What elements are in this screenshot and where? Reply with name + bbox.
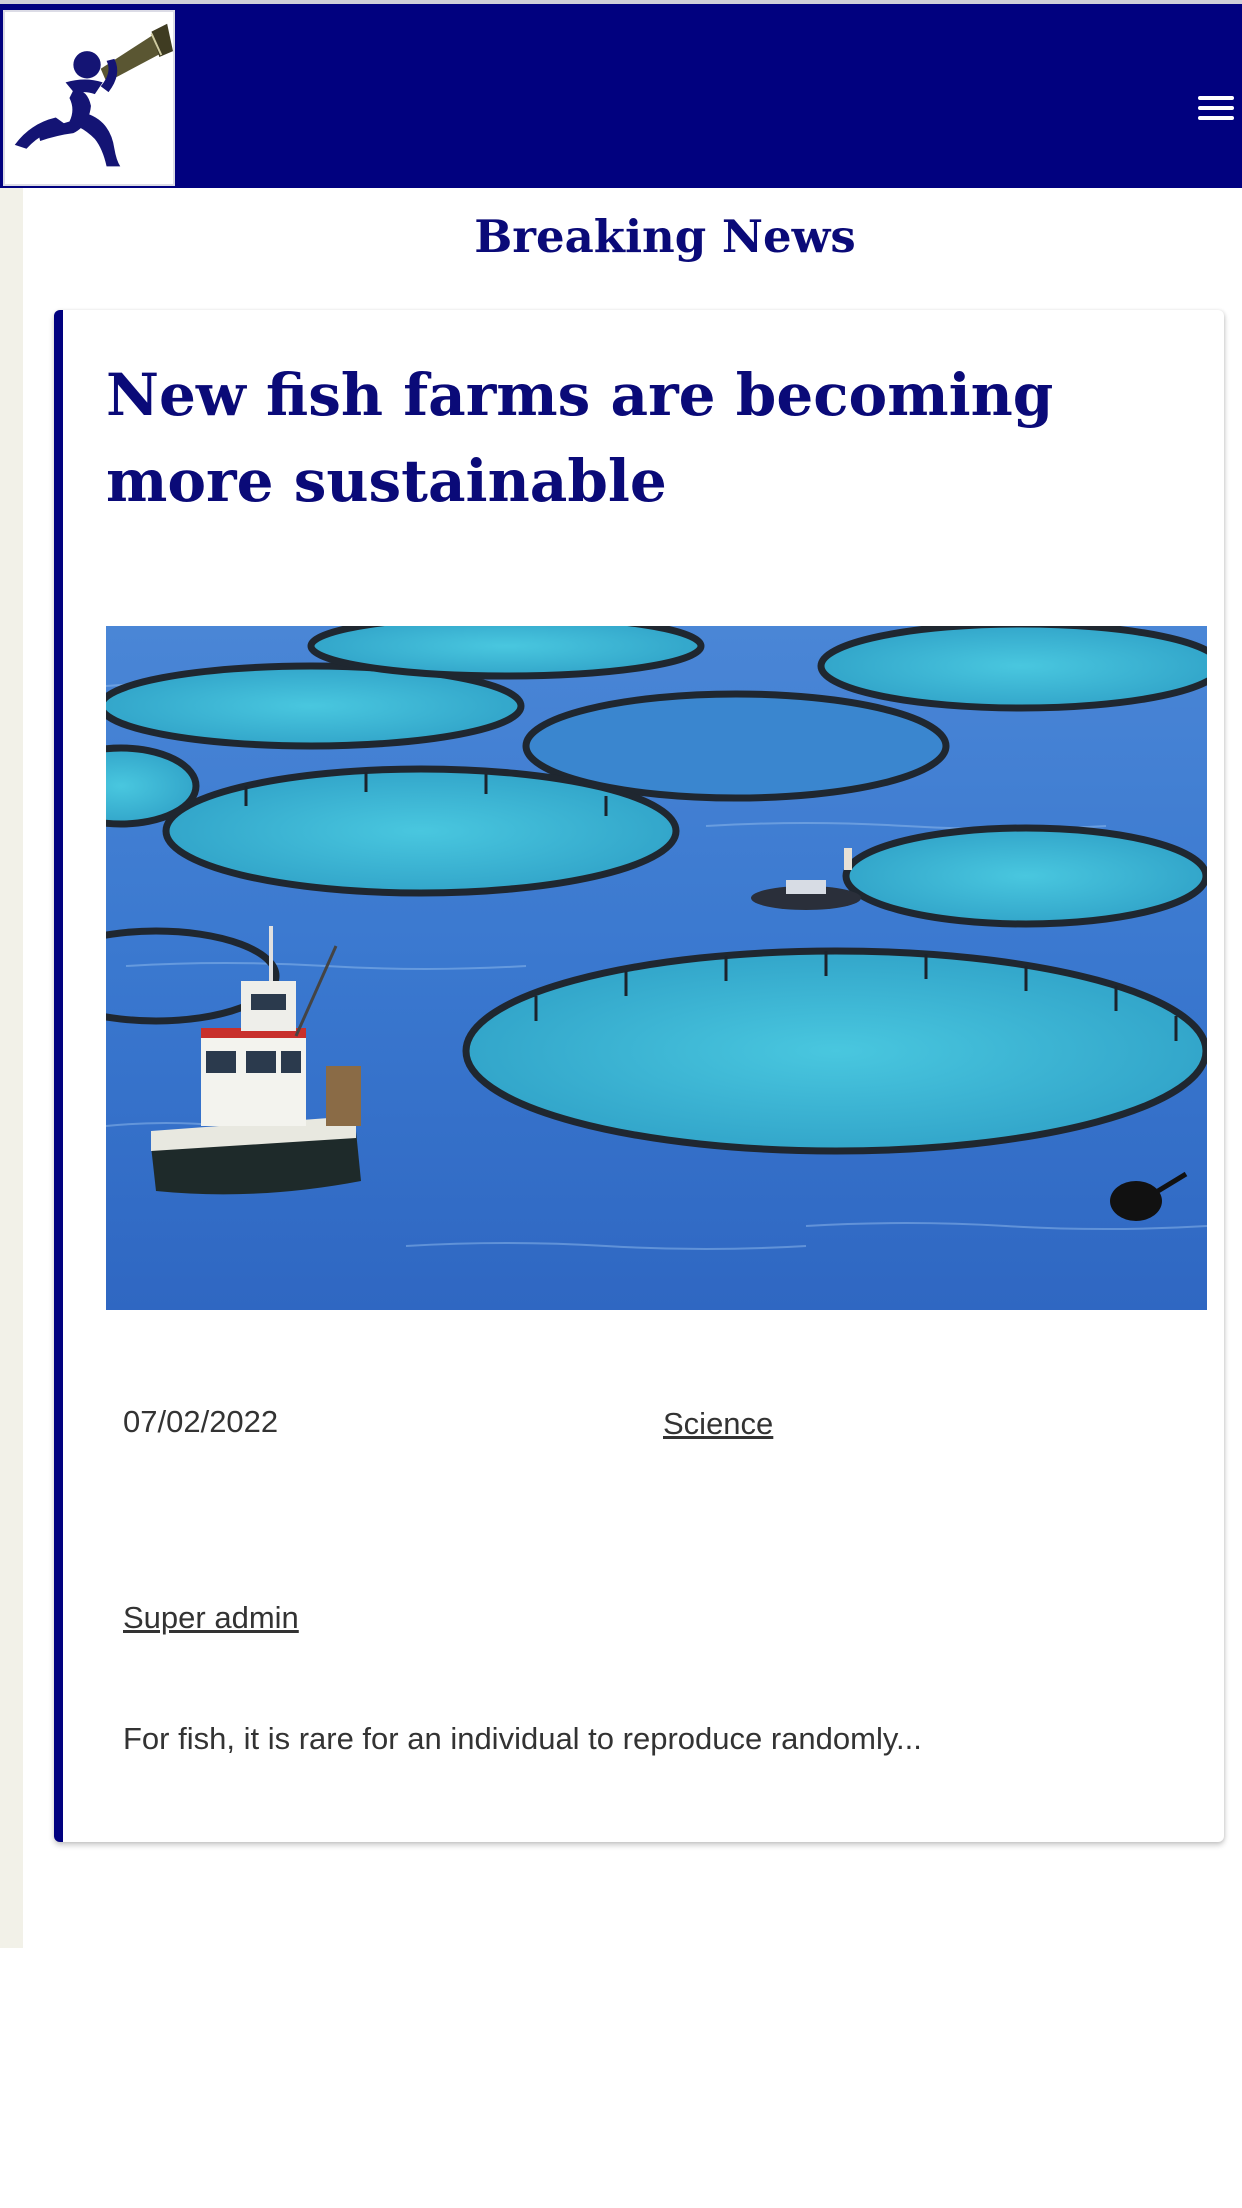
hamburger-menu-icon bbox=[1198, 96, 1234, 100]
article-excerpt: For fish, it is rare for an individual t… bbox=[123, 1721, 922, 1756]
article-card[interactable]: New fish farms are becoming more sustain… bbox=[54, 310, 1224, 1842]
article-category-link[interactable]: Science bbox=[663, 1406, 773, 1442]
runner-with-megaphone-logo-icon bbox=[14, 23, 173, 167]
site-header bbox=[0, 0, 1242, 188]
section-title: Breaking News bbox=[474, 210, 856, 263]
article-author-link[interactable]: Super admin bbox=[123, 1600, 299, 1636]
side-strip bbox=[0, 188, 23, 1948]
hamburger-menu-icon bbox=[1198, 116, 1234, 120]
hamburger-menu-icon bbox=[1198, 106, 1234, 110]
article-title[interactable]: New fish farms are becoming more sustain… bbox=[106, 352, 1206, 524]
article-date: 07/02/2022 bbox=[123, 1404, 279, 1439]
menu-toggle-button[interactable] bbox=[1182, 88, 1242, 128]
article-image[interactable] bbox=[106, 626, 1207, 1310]
site-logo[interactable] bbox=[3, 10, 175, 186]
fish-farm-photo bbox=[106, 626, 1207, 1310]
